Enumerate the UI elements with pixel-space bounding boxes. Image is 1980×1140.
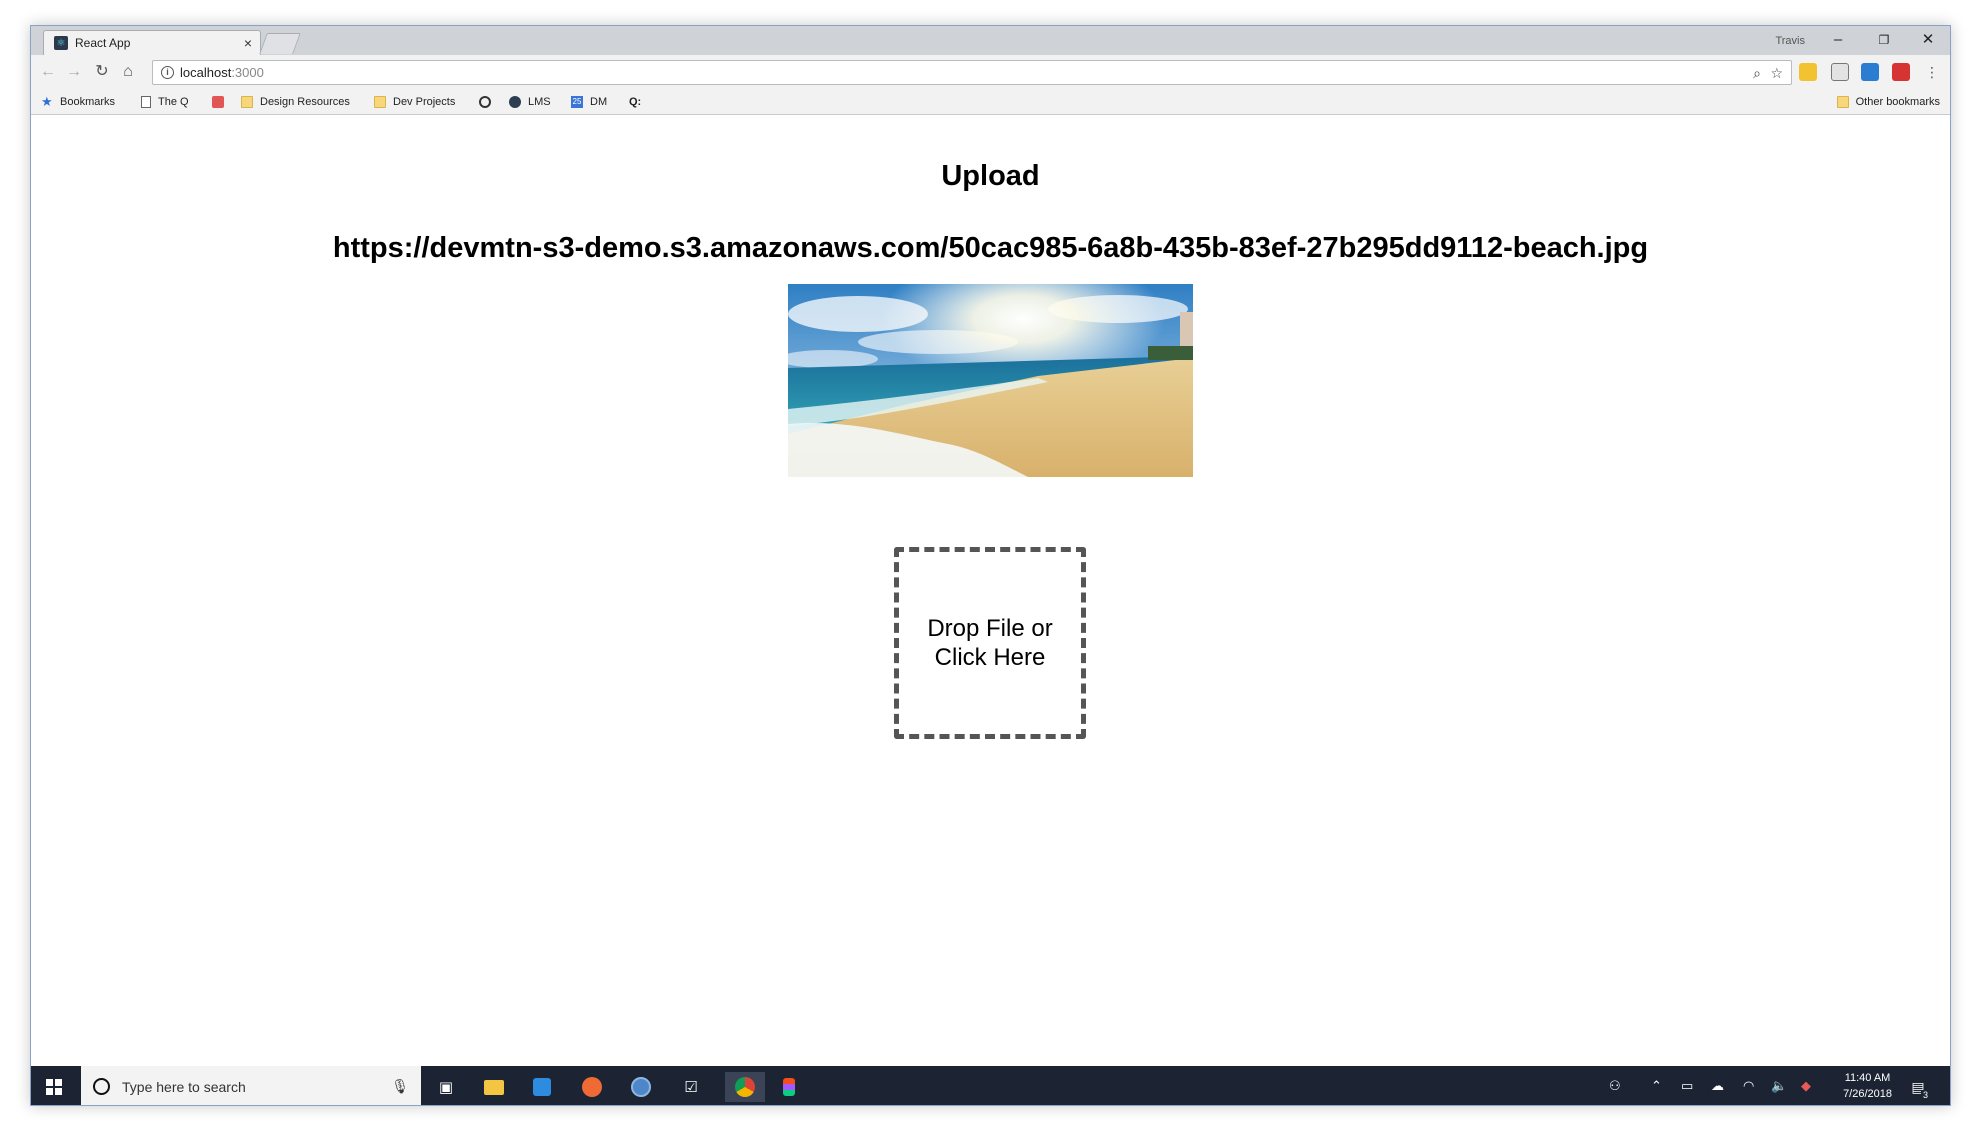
figma-icon[interactable] xyxy=(774,1072,804,1102)
search-placeholder: Type here to search xyxy=(122,1078,246,1095)
github-icon xyxy=(479,96,491,108)
bookmark-item-bookmarks[interactable]: ★ Bookmarks xyxy=(41,94,115,110)
address-bar[interactable]: i localhost:3000 ⌕ ☆ xyxy=(152,60,1792,85)
bookmark-star-icon[interactable]: ☆ xyxy=(1770,65,1783,82)
notification-count: 3 xyxy=(1920,1090,1930,1100)
page-icon xyxy=(141,96,151,108)
bookmark-item-dev-projects[interactable]: Dev Projects xyxy=(374,94,455,110)
taskbar-search-input[interactable]: Type here to search 🎙 xyxy=(81,1066,421,1105)
vscode-icon[interactable] xyxy=(527,1072,557,1102)
tab-close-icon[interactable]: × xyxy=(244,35,252,51)
extension-red-icon[interactable] xyxy=(1892,63,1910,81)
info-icon[interactable]: i xyxy=(161,66,174,79)
bookmarks-bar: ★ Bookmarks The Q Design Resources Dev P… xyxy=(31,89,1950,115)
dropzone-label: Drop File or Click Here xyxy=(927,614,1053,671)
url-port: :3000 xyxy=(231,65,264,80)
page-content: Upload https://devmtn-s3-demo.s3.amazona… xyxy=(31,116,1950,1066)
url-host: localhost xyxy=(180,65,232,80)
bookmark-item-q[interactable]: Q: xyxy=(629,94,641,110)
folder-icon xyxy=(374,96,386,108)
wifi-icon[interactable]: ◠ xyxy=(1743,1078,1754,1094)
onedrive-icon[interactable]: ☁ xyxy=(1711,1078,1724,1094)
new-tab-button[interactable] xyxy=(259,33,301,54)
battery-icon[interactable]: ▭ xyxy=(1681,1078,1693,1094)
home-icon[interactable]: ⌂ xyxy=(117,61,139,83)
circle-icon xyxy=(509,96,521,108)
people-icon[interactable]: ⚇ xyxy=(1609,1078,1621,1094)
sticky-notes-icon[interactable]: ☑ xyxy=(676,1072,706,1102)
folder-icon xyxy=(1836,96,1849,108)
menu-icon[interactable]: ⋮ xyxy=(1921,61,1943,83)
app-icon xyxy=(212,96,224,108)
zoom-icon[interactable]: ⌕ xyxy=(1753,65,1761,82)
windows-start-icon[interactable] xyxy=(39,1072,69,1102)
reload-icon[interactable]: ↻ xyxy=(91,61,113,83)
postman-icon[interactable] xyxy=(577,1072,607,1102)
clock-time: 11:40 AM xyxy=(1844,1072,1891,1084)
volume-icon[interactable]: 🔈 xyxy=(1771,1078,1787,1094)
window-close-button[interactable]: ✕ xyxy=(1908,29,1948,51)
uploaded-beach-image xyxy=(788,284,1193,477)
tab-title: React App xyxy=(75,36,131,50)
browser-toolbar: ← → ↻ ⌂ i localhost:3000 ⌕ ☆ ⋮ xyxy=(31,55,1950,89)
bookmark-item-app[interactable] xyxy=(212,94,231,110)
restore-button[interactable]: ❐ xyxy=(1864,29,1904,51)
chrome-icon[interactable] xyxy=(725,1072,765,1102)
title-bar: ⚛ React App × Travis – ❐ ✕ xyxy=(31,26,1950,55)
forward-icon[interactable]: → xyxy=(63,61,85,83)
folder-icon xyxy=(241,96,253,108)
bookmark-item-lms[interactable]: LMS xyxy=(509,94,551,110)
back-icon[interactable]: ← xyxy=(37,61,59,83)
dropbox-icon[interactable]: ◆ xyxy=(1801,1078,1811,1094)
action-center-icon[interactable]: ▤ 3 xyxy=(1903,1072,1933,1102)
cortana-icon xyxy=(93,1078,110,1095)
other-bookmarks[interactable]: Other bookmarks xyxy=(1836,94,1940,110)
bookmark-item-dm[interactable]: 25 DM xyxy=(571,94,607,110)
bookmark-item-design-resources[interactable]: Design Resources xyxy=(241,94,350,110)
clock-date: 7/26/2018 xyxy=(1843,1088,1892,1100)
react-favicon-icon: ⚛ xyxy=(54,36,68,50)
task-view-icon[interactable]: ▣ xyxy=(431,1072,461,1102)
page-title: Upload xyxy=(941,160,1040,192)
trello-icon[interactable] xyxy=(1861,63,1879,81)
uploaded-image-url: https://devmtn-s3-demo.s3.amazonaws.com/… xyxy=(332,232,1649,264)
taskbar-clock[interactable]: 11:40 AM 7/26/2018 xyxy=(1843,1070,1892,1102)
show-hidden-icons-icon[interactable]: ⌃ xyxy=(1651,1078,1662,1094)
bookmark-item-the-q[interactable]: The Q xyxy=(141,94,189,110)
microphone-icon[interactable]: 🎙 xyxy=(391,1078,409,1095)
file-dropzone[interactable]: Drop File or Click Here xyxy=(894,547,1086,739)
tab-react-app[interactable]: ⚛ React App × xyxy=(43,30,261,55)
minimize-button[interactable]: – xyxy=(1818,29,1858,51)
file-explorer-icon[interactable] xyxy=(479,1072,509,1102)
calendar-icon: 25 xyxy=(571,96,583,108)
browser-window: ⚛ React App × Travis – ❐ ✕ ← → ↻ ⌂ i loc… xyxy=(30,25,1951,1106)
extension-tools-icon[interactable] xyxy=(1831,63,1849,81)
star-icon: ★ xyxy=(41,94,53,109)
globe-app-icon[interactable] xyxy=(626,1072,656,1102)
windows-taskbar: Type here to search 🎙 ▣ ☑ ⚇ ⌃ ▭ ☁ ◠ 🔈 ◆ … xyxy=(31,1066,1950,1105)
bookmark-item-github[interactable] xyxy=(479,94,498,110)
profile-name[interactable]: Travis xyxy=(1775,35,1805,47)
extension-notes-icon[interactable] xyxy=(1799,63,1817,81)
